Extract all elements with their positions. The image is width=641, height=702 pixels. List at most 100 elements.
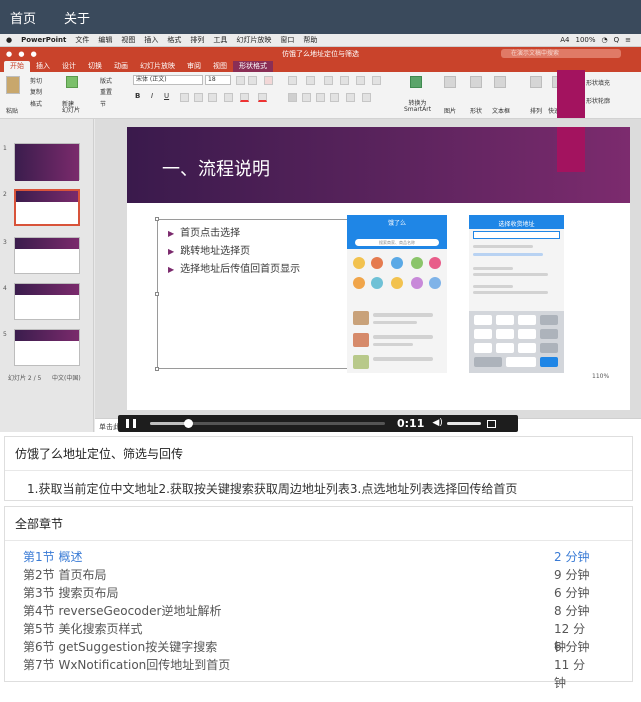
menu-tools: 工具: [213, 36, 228, 44]
category-icon: [371, 277, 383, 289]
slide-counter: 幻灯片 2 / 5: [8, 375, 42, 382]
chapter-item[interactable]: 第6节 getSuggestion按关键字搜索 6 分钟: [23, 638, 594, 656]
bullet-item: ▶ 跳转地址选择页: [168, 246, 251, 257]
chapter-item[interactable]: 第7节 WxNotification回传地址到首页 11 分钟: [23, 656, 594, 690]
fullscreen-icon[interactable]: [487, 419, 497, 428]
chapter-name: 第2节 首页布局: [23, 568, 107, 582]
keyboard-key: [474, 329, 492, 339]
italic-icon: I: [151, 92, 154, 100]
paste-label: 粘贴: [6, 108, 19, 115]
blurred-text: [373, 335, 433, 339]
keyboard-key: [496, 343, 514, 353]
cut-label: 剪切: [30, 78, 43, 85]
tab-animations: 动画: [114, 62, 128, 70]
clear-format-icon: [264, 76, 273, 85]
chapter-duration: 6 分钟: [554, 640, 590, 654]
zoom-level: 110%: [592, 373, 610, 380]
columns-icon: [372, 76, 381, 85]
bold-icon: B: [135, 92, 141, 100]
blurred-text: [373, 313, 433, 317]
language-indicator: 中文(中国): [52, 375, 81, 382]
chapter-duration: 9 分钟: [554, 568, 590, 582]
category-icon: [353, 277, 365, 289]
volume-slider[interactable]: [447, 422, 482, 425]
nav-home-link[interactable]: 首页: [10, 8, 36, 27]
document-search: 在演示文稿中搜索: [501, 49, 621, 58]
blurred-text: [473, 285, 513, 288]
shape-outline-label: 形状轮廓: [586, 98, 611, 105]
align-left-icon: [288, 93, 297, 102]
tab-slideshow: 幻灯片放映: [140, 62, 175, 70]
accent-shape: [557, 127, 585, 172]
menu-list-icon: ≡: [625, 36, 631, 44]
chapter-name: 第3节 搜索页布局: [23, 586, 119, 600]
resize-handle: [155, 217, 159, 221]
thumb-number-1: 1: [3, 145, 7, 152]
tab-design: 设计: [62, 62, 76, 70]
course-description: 1.获取当前定位中文地址2.获取按关键搜索获取周边地址列表3.点选地址列表选择回…: [27, 482, 518, 496]
slide-thumbnails: 1 2 3 4 5: [0, 119, 94, 432]
chapter-item[interactable]: 第4节 reverseGeocoder逆地址解析 8 分钟: [23, 602, 594, 620]
seek-bar[interactable]: [150, 419, 385, 428]
accent-shape-overlap: [557, 70, 585, 118]
menu-window: 窗口: [280, 36, 295, 44]
resize-handle: [155, 292, 159, 296]
bullet-textbox: ▶ 首页点击选择 ▶ 跳转地址选择页 ▶ 选择地址后传值回首页显示: [155, 217, 364, 371]
font-size-select: 18: [205, 75, 231, 85]
ppt-statusbar: 幻灯片 2 / 5 中文(中国) 110%: [0, 370, 641, 383]
video-player[interactable]: ● PowerPoint 文件 编辑 视图 插入 格式 排列 工具 幻灯片放映 …: [0, 34, 641, 432]
tab-home: 开始: [4, 61, 30, 72]
seek-handle[interactable]: [183, 419, 193, 428]
ppt-titlebar: ● ● ● 仿饿了么地址定位与筛选 在演示文稿中搜索: [0, 47, 641, 60]
shape-fill-label: 形状填充: [586, 80, 611, 87]
nav-about-link[interactable]: 关于: [64, 8, 90, 27]
chapter-name: 第6节 getSuggestion按关键字搜索: [23, 640, 218, 654]
mac-menubar: ● PowerPoint 文件 编辑 视图 插入 格式 排列 工具 幻灯片放映 …: [0, 34, 641, 47]
shop-thumb: [353, 355, 369, 369]
chapter-duration: 6 分钟: [554, 586, 590, 600]
chapter-item[interactable]: 第5节 美化搜索页样式 12 分钟: [23, 620, 594, 654]
shrink-font-icon: [248, 76, 257, 85]
status-icon-a4: A4: [560, 36, 570, 44]
chapter-duration: 12 分钟: [554, 622, 586, 654]
video-controls: 0:11 ◀): [118, 415, 518, 432]
chapter-item[interactable]: 第2节 首页布局 9 分钟: [23, 566, 594, 584]
category-icon: [353, 257, 365, 269]
picture-icon: [444, 76, 456, 90]
spotlight-icon: Q: [613, 36, 620, 44]
bullet-item: ▶ 选择地址后传值回首页显示: [168, 264, 301, 275]
align-center-icon: [302, 93, 311, 102]
keyboard-key: [474, 357, 502, 367]
pause-icon[interactable]: [126, 419, 136, 428]
category-icon: [411, 277, 423, 289]
chapter-list: 第1节 概述 2 分钟 第2节 首页布局 9 分钟 第3节 搜索页布局 6 分钟 第4节 r…: [5, 541, 632, 690]
top-nav: 首页 关于: [0, 0, 641, 34]
volume-icon[interactable]: ◀): [432, 419, 443, 428]
slide-thumb-1: [14, 143, 80, 181]
course-info-card: 仿饿了么地址定位、筛选与回传 1.获取当前定位中文地址2.获取按关键搜索获取周边…: [4, 436, 633, 501]
chapter-item[interactable]: 第1节 概述 2 分钟: [23, 548, 594, 566]
justify-icon: [330, 93, 339, 102]
chapter-item[interactable]: 第3节 搜索页布局 6 分钟: [23, 584, 594, 602]
smartart-icon: [410, 76, 422, 90]
keyboard-key: [518, 343, 536, 353]
phone-title: 饿了么: [387, 220, 406, 227]
ribbon-tabs: 开始 插入 设计 切换 动画 幻灯片放映 审阅 视图 形状格式: [0, 60, 641, 72]
menu-insert: 插入: [144, 36, 159, 44]
menu-edit: 编辑: [98, 36, 113, 44]
thumb-number-5: 5: [3, 331, 7, 338]
keyboard-key: [518, 315, 536, 325]
bullets-icon: [288, 76, 297, 85]
menu-app: PowerPoint: [21, 36, 67, 44]
keyboard-key: [496, 315, 514, 325]
chapter-duration: 2 分钟: [554, 550, 590, 564]
phone-screenshot-home: 饿了么 搜索商家、商品名称: [347, 215, 447, 373]
chapter-duration: 8 分钟: [554, 604, 590, 618]
blurred-text: [473, 245, 533, 248]
section-label: 节: [100, 101, 107, 108]
textbox-label: 文本框: [492, 108, 511, 115]
slide-title: 一、流程说明: [162, 159, 270, 180]
keyboard-key: [474, 315, 492, 325]
category-icon: [391, 277, 403, 289]
blurred-text: [373, 321, 417, 324]
